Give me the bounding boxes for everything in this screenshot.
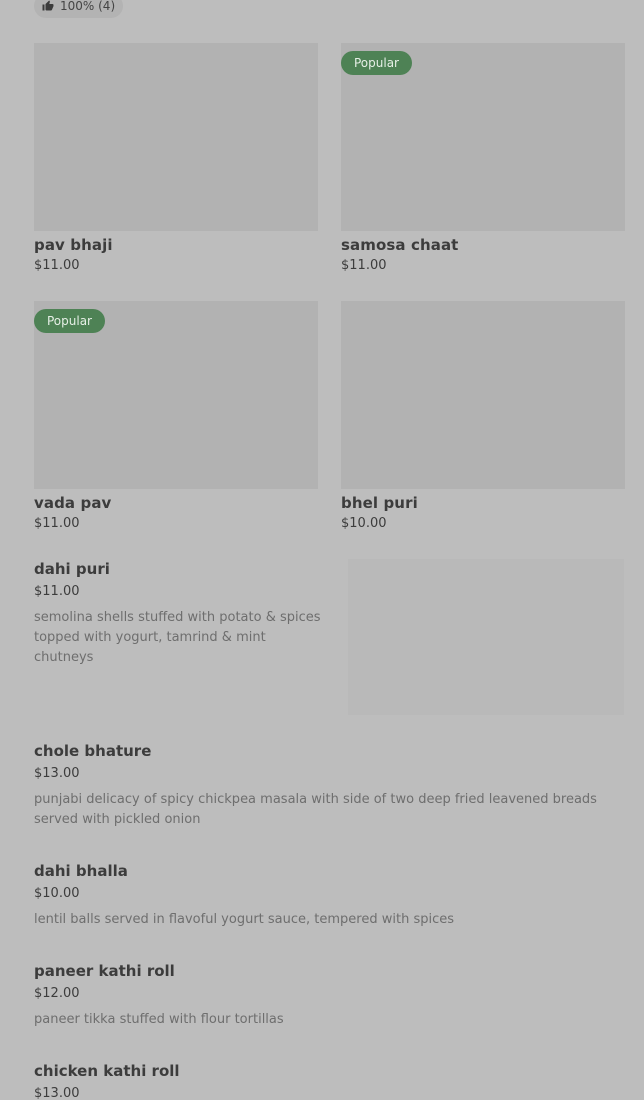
featured-card-pav-bhaji[interactable]: pav bhaji $11.00: [34, 43, 318, 273]
menu-item-paneer-kathi-roll[interactable]: paneer kathi roll $12.00 paneer tikka st…: [34, 962, 624, 1030]
rating-chip: 100% (4): [34, 0, 124, 18]
item-description: punjabi delicacy of spicy chickpea masal…: [34, 792, 597, 827]
item-description: semolina shells stuffed with potato & sp…: [34, 610, 321, 665]
item-name: dahi bhalla: [34, 862, 128, 880]
menu-item-chole-bhature[interactable]: chole bhature $13.00 punjabi delicacy of…: [34, 742, 624, 830]
item-name: samosa chaat: [341, 236, 459, 254]
popular-badge: Popular: [34, 309, 105, 333]
item-image: [348, 559, 624, 715]
item-name: chicken kathi roll: [34, 1062, 180, 1080]
item-description: paneer tikka stuffed with flour tortilla…: [34, 1012, 284, 1027]
item-name: vada pav: [34, 494, 112, 512]
item-image: Popular: [34, 301, 318, 489]
item-price: $13.00: [34, 766, 80, 781]
rating-label: 100% (4): [60, 0, 116, 13]
item-image: Popular: [341, 43, 625, 231]
item-price: $11.00: [34, 258, 80, 273]
item-name: dahi puri: [34, 560, 110, 578]
item-image: [341, 301, 625, 489]
item-name: bhel puri: [341, 494, 418, 512]
item-description: lentil balls served in flavoful yogurt s…: [34, 912, 455, 927]
popular-badge: Popular: [341, 51, 412, 75]
item-name: chole bhature: [34, 742, 152, 760]
item-price: $10.00: [341, 516, 387, 531]
item-name: pav bhaji: [34, 236, 113, 254]
item-price: $10.00: [34, 886, 80, 901]
featured-card-bhel-puri[interactable]: bhel puri $10.00: [341, 301, 625, 531]
item-price: $11.00: [341, 258, 387, 273]
menu-page: 100% (4) pav bhaji $11.00 Popular samosa…: [0, 0, 644, 1100]
item-price: $13.00: [34, 1086, 80, 1100]
item-price: $11.00: [34, 584, 80, 599]
featured-card-vada-pav[interactable]: Popular vada pav $11.00: [34, 301, 318, 531]
featured-card-samosa-chaat[interactable]: Popular samosa chaat $11.00: [341, 43, 625, 273]
menu-item-dahi-puri[interactable]: dahi puri $11.00 semolina shells stuffed…: [34, 560, 324, 668]
menu-item-chicken-kathi-roll[interactable]: chicken kathi roll $13.00: [34, 1062, 624, 1100]
menu-item-dahi-bhalla[interactable]: dahi bhalla $10.00 lentil balls served i…: [34, 862, 624, 930]
item-name: paneer kathi roll: [34, 962, 175, 980]
item-price: $12.00: [34, 986, 80, 1001]
item-image: [34, 43, 318, 231]
item-price: $11.00: [34, 516, 80, 531]
thumbs-up-icon: [42, 0, 54, 11]
